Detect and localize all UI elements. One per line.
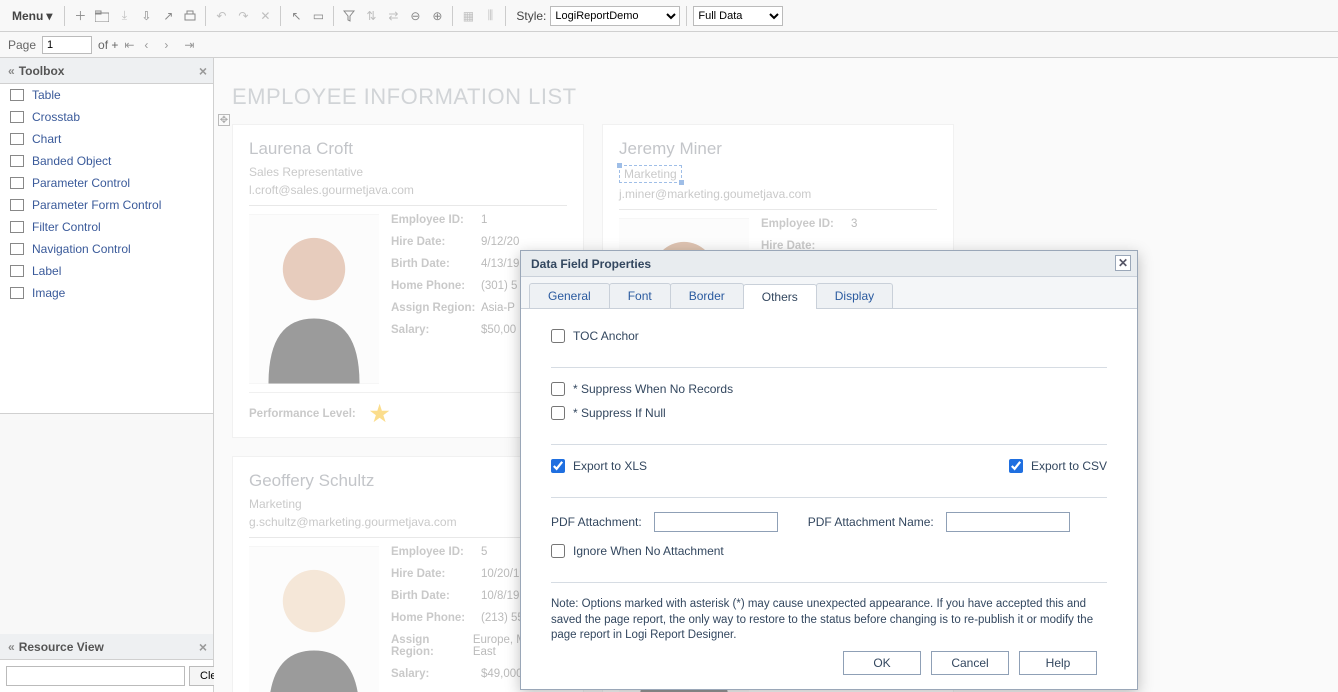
resource-search-input[interactable] <box>6 666 185 686</box>
zoom-in-icon[interactable]: ⊕ <box>428 7 446 25</box>
employee-name: Laurena Croft <box>249 139 567 159</box>
toolbox-item-banded[interactable]: Banded Object <box>0 150 213 172</box>
toolbox-item-param[interactable]: Parameter Control <box>0 172 213 194</box>
report-title: EMPLOYEE INFORMATION LIST <box>232 84 1320 110</box>
print-icon[interactable] <box>181 7 199 25</box>
redo-icon[interactable]: ↷ <box>234 7 252 25</box>
menu-button[interactable]: Menu▾ <box>6 5 58 27</box>
collapse-icon: « <box>8 640 15 654</box>
pager-bar: Page of + ⇤ ‹ › ⇥ <box>0 32 1338 58</box>
chevron-down-icon: ▾ <box>46 9 52 23</box>
close-icon[interactable]: × <box>199 639 207 655</box>
zoom-out-icon[interactable]: ⊖ <box>406 7 424 25</box>
ignore-no-attachment-checkbox[interactable] <box>551 544 565 558</box>
tab-display[interactable]: Display <box>816 283 893 308</box>
dialog-body: TOC Anchor * Suppress When No Records * … <box>521 309 1137 689</box>
data-field-properties-dialog: Data Field Properties ✕ General Font Bor… <box>520 250 1138 690</box>
main-toolbar: Menu▾ ＋ ⤓ ⇩ ↗ ↶ ↷ ✕ ↖ ▭ ⇅ ⇄ ⊖ ⊕ ▦ ⫼ Styl… <box>0 0 1338 32</box>
delete-icon[interactable]: ✕ <box>256 7 274 25</box>
undo-icon[interactable]: ↶ <box>212 7 230 25</box>
toolbox-item-label[interactable]: Label <box>0 260 213 282</box>
employee-role[interactable]: Sales Representative <box>249 165 363 179</box>
employee-role[interactable]: Marketing <box>249 497 302 511</box>
tab-others[interactable]: Others <box>743 284 817 309</box>
employee-role[interactable]: Marketing <box>619 165 682 183</box>
move-handle-icon[interactable]: ✥ <box>218 114 230 126</box>
ok-button[interactable]: OK <box>843 651 921 675</box>
toolbox-item-param-form[interactable]: Parameter Form Control <box>0 194 213 216</box>
import-icon[interactable]: ⇩ <box>137 7 155 25</box>
tab-border[interactable]: Border <box>670 283 744 308</box>
dialog-title-bar[interactable]: Data Field Properties ✕ <box>521 251 1137 277</box>
cancel-button[interactable]: Cancel <box>931 651 1009 675</box>
resource-view-header[interactable]: « Resource View × <box>0 634 213 660</box>
tab-general[interactable]: General <box>529 283 610 308</box>
resource-view-body: Clear <box>0 660 213 692</box>
toolbox-item-image[interactable]: Image <box>0 282 213 304</box>
employee-email: l.croft@sales.gourmetjava.com <box>249 183 567 206</box>
dialog-tabs: General Font Border Others Display <box>521 277 1137 309</box>
page-label: Page <box>8 38 36 52</box>
export-xls-checkbox[interactable] <box>551 459 565 473</box>
toolbox-list: Table Crosstab Chart Banded Object Param… <box>0 84 213 414</box>
style-label: Style: <box>516 9 546 23</box>
suppress-if-null-checkbox[interactable] <box>551 406 565 420</box>
toc-anchor-checkbox[interactable] <box>551 329 565 343</box>
star-icon: ★ <box>370 401 388 427</box>
toolbox-item-table[interactable]: Table <box>0 84 213 106</box>
toolbox-header[interactable]: « Toolbox × <box>0 58 213 84</box>
last-page-icon[interactable]: ⇥ <box>184 38 198 52</box>
next-page-icon[interactable]: › <box>164 38 178 52</box>
pdf-attachment-input[interactable] <box>654 512 778 532</box>
page-input[interactable] <box>42 36 92 54</box>
grid-icon[interactable]: ▦ <box>459 7 477 25</box>
toolbox-item-crosstab[interactable]: Crosstab <box>0 106 213 128</box>
dialog-close-icon[interactable]: ✕ <box>1115 255 1131 271</box>
data-mode-select[interactable]: Full Data <box>693 6 783 26</box>
new-icon[interactable]: ＋ <box>71 7 89 25</box>
sort-icon[interactable]: ⇅ <box>362 7 380 25</box>
select-icon[interactable]: ↖ <box>287 7 305 25</box>
suppress-no-records-checkbox[interactable] <box>551 382 565 396</box>
toolbox-item-chart[interactable]: Chart <box>0 128 213 150</box>
close-icon[interactable]: × <box>199 63 207 79</box>
employee-email: j.miner@marketing.goumetjava.com <box>619 187 937 210</box>
employee-photo <box>249 546 379 692</box>
chart-icon[interactable]: ⫼ <box>481 7 499 25</box>
dialog-note: Note: Options marked with asterisk (*) m… <box>551 597 1107 644</box>
open-icon[interactable] <box>93 7 111 25</box>
pdf-attachment-name-input[interactable] <box>946 512 1070 532</box>
export-csv-checkbox[interactable] <box>1009 459 1023 473</box>
help-button[interactable]: Help <box>1019 651 1097 675</box>
employee-photo <box>249 214 379 384</box>
save-icon[interactable]: ⤓ <box>115 7 133 25</box>
swap-icon[interactable]: ⇄ <box>384 7 402 25</box>
page-of-label: of + <box>98 38 118 52</box>
style-select[interactable]: LogiReportDemo <box>550 6 680 26</box>
toolbox-item-filter[interactable]: Filter Control <box>0 216 213 238</box>
toolbox-item-nav[interactable]: Navigation Control <box>0 238 213 260</box>
first-page-icon[interactable]: ⇤ <box>124 38 138 52</box>
employee-name: Jeremy Miner <box>619 139 937 159</box>
collapse-icon: « <box>8 64 15 78</box>
left-sidebar: « Toolbox × Table Crosstab Chart Banded … <box>0 58 214 692</box>
tab-font[interactable]: Font <box>609 283 671 308</box>
filter-icon[interactable] <box>340 7 358 25</box>
area-icon[interactable]: ▭ <box>309 7 327 25</box>
prev-page-icon[interactable]: ‹ <box>144 38 158 52</box>
export-icon[interactable]: ↗ <box>159 7 177 25</box>
